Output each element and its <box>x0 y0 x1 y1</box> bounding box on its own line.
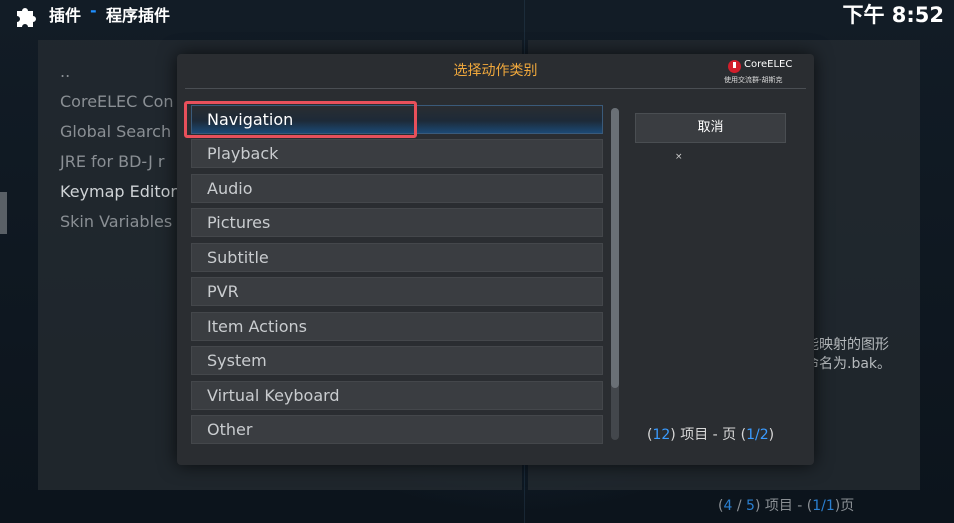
addon-description-line: 能映射的图形 <box>805 337 889 353</box>
top-bar: 插件 - 程序插件 下午 8:52 <box>0 0 954 28</box>
focus-highlight <box>184 101 417 138</box>
side-menu-tab[interactable] <box>0 192 7 234</box>
category-item-label: Subtitle <box>207 248 269 267</box>
category-item-label: Other <box>207 420 253 439</box>
list-item[interactable]: CoreELEC Con <box>60 92 174 111</box>
category-item-label: PVR <box>207 282 239 301</box>
dialog-item-counter: (12) 项目 - 页 (1/2) <box>647 427 775 443</box>
category-item-label: Playback <box>207 144 279 163</box>
list-item[interactable]: JRE for BD-J r <box>60 152 164 171</box>
addon-description-line: 命名为.bak。 <box>805 356 892 372</box>
list-item[interactable]: Keymap Editor <box>60 182 177 201</box>
background-item-counter: (4 / 5) 项目 - (1/1)页 <box>718 498 855 514</box>
category-item-label: Pictures <box>207 213 271 232</box>
category-item-other[interactable]: Other <box>191 415 603 444</box>
puzzle-piece-icon <box>17 8 36 27</box>
brand-name: CoreELEC <box>744 59 793 70</box>
list-scrollbar[interactable] <box>611 108 619 440</box>
category-item-audio[interactable]: Audio <box>191 174 603 203</box>
brand-watermark: CoreELEC 使用交流群-胡斯克 <box>724 58 804 86</box>
title-divider <box>185 88 806 89</box>
list-item[interactable]: .. <box>60 62 70 81</box>
category-item-label: Item Actions <box>207 317 307 336</box>
page-title: 程序插件 <box>106 6 171 25</box>
category-item-playback[interactable]: Playback <box>191 139 603 168</box>
list-item[interactable]: Skin Variables <box>60 212 172 231</box>
category-item-label: Audio <box>207 179 253 198</box>
clock: 下午 8:52 <box>842 3 944 27</box>
category-item-item-actions[interactable]: Item Actions <box>191 312 603 341</box>
power-icon <box>728 60 741 73</box>
header-separator: - <box>90 1 97 20</box>
header-section: 插件 <box>49 6 82 25</box>
scrollbar-thumb[interactable] <box>611 108 619 388</box>
category-item-label: System <box>207 351 267 370</box>
brand-subtitle: 使用交流群-胡斯克 <box>724 76 783 84</box>
category-item-subtitle[interactable]: Subtitle <box>191 243 603 272</box>
category-item-pictures[interactable]: Pictures <box>191 208 603 237</box>
select-action-category-dialog: 选择动作类别 CoreELEC 使用交流群-胡斯克 Navigation Pla… <box>177 54 814 465</box>
dialog-title: 选择动作类别 <box>453 63 538 79</box>
list-item[interactable]: Global Search <box>60 122 171 141</box>
category-item-label: Virtual Keyboard <box>207 386 340 405</box>
category-item-system[interactable]: System <box>191 346 603 375</box>
category-item-virtual-keyboard[interactable]: Virtual Keyboard <box>191 381 603 410</box>
category-item-pvr[interactable]: PVR <box>191 277 603 306</box>
close-mark-icon: × <box>675 152 683 162</box>
cancel-button[interactable]: 取消 <box>635 113 786 143</box>
